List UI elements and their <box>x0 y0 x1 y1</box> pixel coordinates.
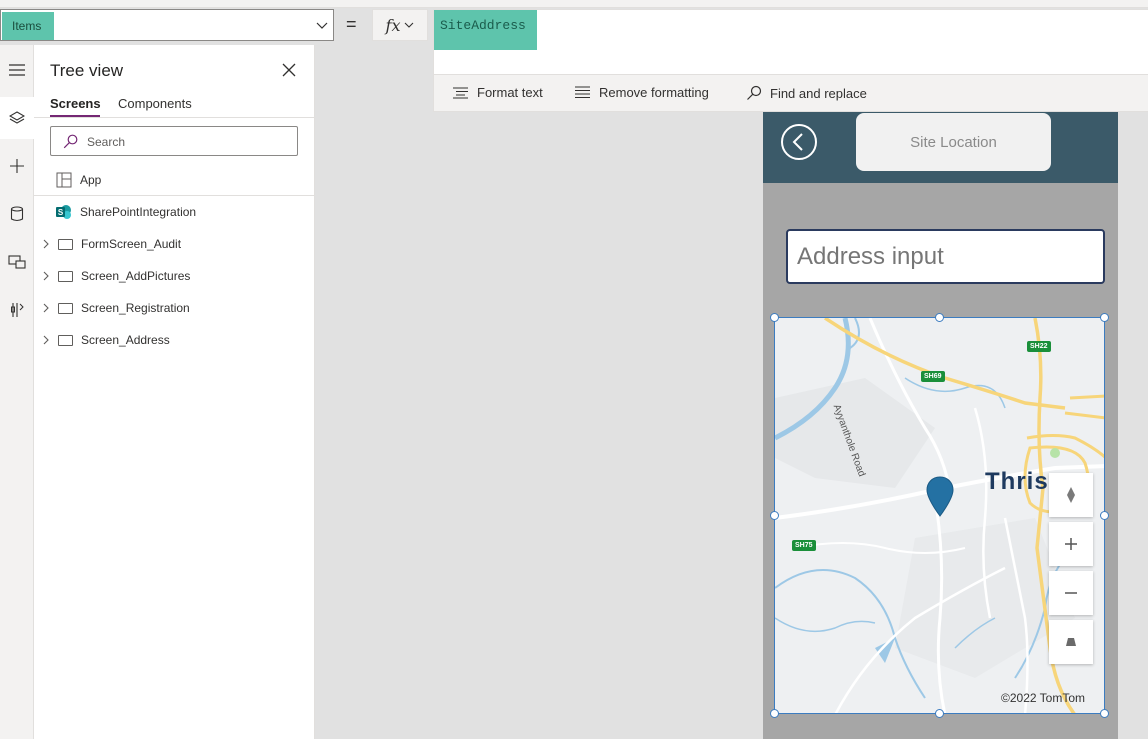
resize-handle[interactable] <box>935 709 944 718</box>
formula-text: SiteAddress <box>440 18 526 33</box>
chevron-right-icon[interactable] <box>41 271 51 281</box>
site-location-button[interactable]: Site Location <box>856 113 1051 171</box>
equals-sign: = <box>346 14 357 34</box>
tilt-icon <box>1066 638 1076 646</box>
chevron-down-icon <box>405 22 414 28</box>
data-button[interactable] <box>0 193 34 235</box>
media-icon <box>8 255 26 269</box>
remove-formatting-label: Remove formatting <box>599 85 709 100</box>
property-name: Items <box>2 12 54 40</box>
find-replace-button[interactable]: Find and replace <box>746 85 867 101</box>
database-icon <box>10 206 24 222</box>
find-replace-label: Find and replace <box>770 85 867 101</box>
resize-handle[interactable] <box>770 709 779 718</box>
svg-text:S: S <box>58 208 64 217</box>
tree-item-screen-address[interactable]: Screen_Address <box>34 326 315 354</box>
property-dropdown[interactable]: Items <box>0 9 334 41</box>
remove-formatting-icon <box>575 86 590 99</box>
close-icon[interactable] <box>280 61 298 79</box>
tree-item-label: Screen_Registration <box>81 301 190 315</box>
city-label: Thris <box>985 468 1049 495</box>
map-control[interactable]: SH22 SH69 SH75 Ayyanthole Road Thris ©20… <box>774 317 1105 714</box>
site-location-label: Site Location <box>910 133 997 151</box>
tree-item-app[interactable]: App <box>34 166 315 194</box>
tree-item-screen-registration[interactable]: Screen_Registration <box>34 294 315 322</box>
fx-icon: fx <box>385 15 401 35</box>
search-icon <box>63 134 78 149</box>
fx-button[interactable]: fx <box>372 9 428 41</box>
tree-item-formscreen-audit[interactable]: FormScreen_Audit <box>34 230 315 258</box>
media-button[interactable] <box>0 241 34 283</box>
zoom-out-icon <box>1065 592 1077 594</box>
left-rail <box>0 45 34 739</box>
tree-view-panel: Tree view Screens Components Search App <box>34 45 315 739</box>
search-input[interactable]: Search <box>50 126 298 156</box>
address-placeholder: Address input <box>797 242 944 270</box>
zoom-in-icon <box>1065 538 1077 550</box>
screen-icon <box>58 334 73 346</box>
remove-formatting-button[interactable]: Remove formatting <box>574 85 709 100</box>
app-icon <box>56 172 72 188</box>
resize-handle[interactable] <box>1100 313 1109 322</box>
chevron-right-icon[interactable] <box>41 239 51 249</box>
tree-item-label: Screen_AddPictures <box>81 269 191 283</box>
tree-view-button[interactable] <box>0 97 34 139</box>
hamburger-icon <box>9 64 25 76</box>
resize-handle[interactable] <box>770 511 779 520</box>
tree-item-sharepointintegration[interactable]: S SharePointIntegration <box>34 198 315 226</box>
divider <box>34 117 315 118</box>
formula-toolbar: Format text Remove formatting Find and r… <box>433 75 1148 112</box>
app-screen-preview: Site Location Address input SH22 SH69 SH… <box>763 112 1118 739</box>
tree-item-label: Screen_Address <box>81 333 170 347</box>
chevron-right-icon[interactable] <box>41 335 51 345</box>
tools-icon <box>11 303 24 317</box>
tree-item-label: SharePointIntegration <box>80 205 197 219</box>
map-pin-icon[interactable] <box>926 476 954 518</box>
sharepoint-icon: S <box>56 205 71 219</box>
highway-shield-sh75: SH75 <box>792 540 816 551</box>
resize-handle[interactable] <box>770 313 779 322</box>
resize-handle[interactable] <box>1100 511 1109 520</box>
tree-view-title: Tree view <box>50 61 124 80</box>
zoom-out-button[interactable] <box>1049 571 1093 615</box>
highway-shield-sh22: SH22 <box>1027 341 1051 352</box>
tree-item-label: FormScreen_Audit <box>81 237 182 251</box>
compass-icon <box>1067 487 1075 503</box>
format-text-label: Format text <box>477 85 543 100</box>
chevron-right-icon[interactable] <box>41 303 51 313</box>
screen-icon <box>58 270 73 282</box>
format-text-button[interactable]: Format text <box>452 85 543 100</box>
power-apps-studio: Items = fx SiteAddress Format text Remov… <box>0 0 1148 739</box>
formula-input[interactable]: SiteAddress <box>433 9 1148 75</box>
tab-components[interactable]: Components <box>118 96 192 111</box>
resize-handle[interactable] <box>935 313 944 322</box>
address-input[interactable]: Address input <box>786 229 1105 284</box>
screen-icon <box>58 238 73 250</box>
chevron-down-icon <box>316 22 328 29</box>
top-strip <box>0 0 1148 8</box>
menu-button[interactable] <box>0 49 34 91</box>
map-copyright: ©2022 TomTom <box>1001 691 1085 705</box>
screen-icon <box>58 302 73 314</box>
layers-icon <box>9 111 25 124</box>
format-text-icon <box>453 86 468 99</box>
back-arrow-icon[interactable] <box>780 123 818 161</box>
compass-button[interactable] <box>1049 473 1093 517</box>
search-placeholder: Search <box>87 135 126 149</box>
insert-button[interactable] <box>0 145 34 187</box>
resize-handle[interactable] <box>1100 709 1109 718</box>
zoom-in-button[interactable] <box>1049 522 1093 566</box>
highway-shield-sh69: SH69 <box>921 371 945 382</box>
tilt-button[interactable] <box>1049 620 1093 664</box>
search-icon <box>747 85 762 100</box>
tree-item-label: App <box>80 173 102 187</box>
divider <box>34 195 315 196</box>
tools-button[interactable] <box>0 289 34 331</box>
screen-header: Site Location <box>763 112 1118 183</box>
tab-screens[interactable]: Screens <box>50 96 101 111</box>
tree-item-screen-addpictures[interactable]: Screen_AddPictures <box>34 262 315 290</box>
plus-icon <box>10 159 24 173</box>
